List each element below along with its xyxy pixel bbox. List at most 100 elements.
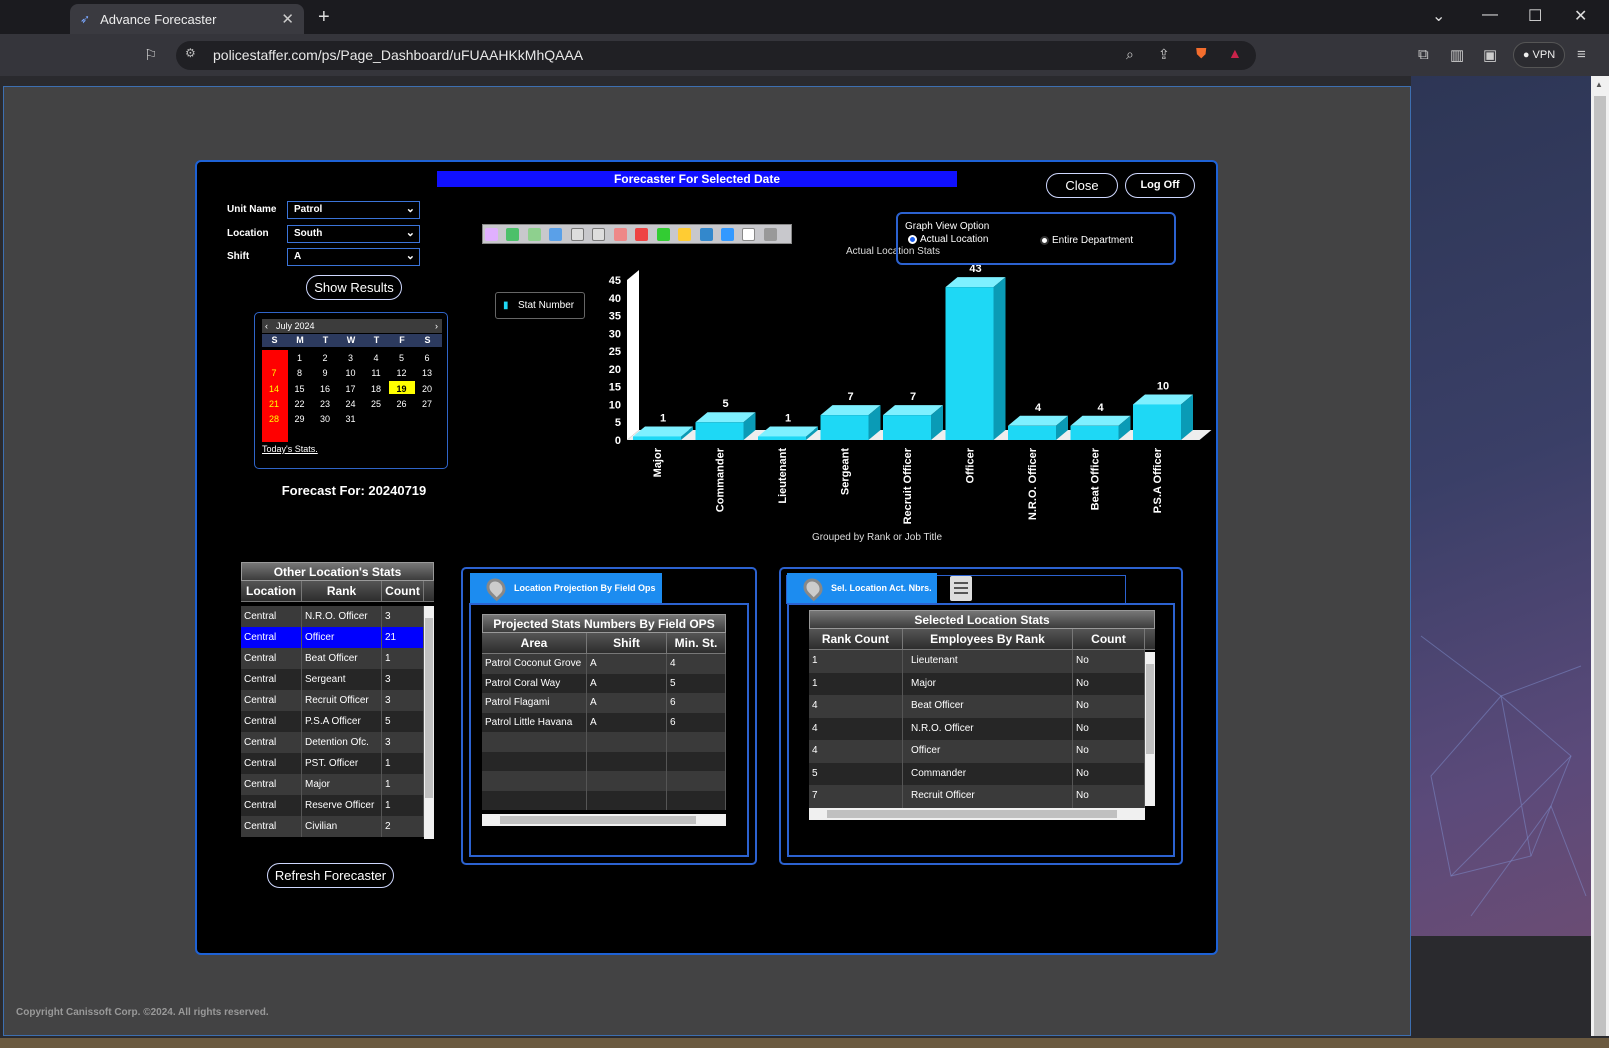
selected-location-row[interactable]: 1 Major No (809, 672, 1145, 695)
share-icon[interactable]: ⇪ (1158, 46, 1170, 63)
calendar-day[interactable]: 1 (290, 353, 310, 363)
calendar-day[interactable]: 31 (341, 414, 361, 424)
selected-location-column-header[interactable]: Count (1073, 629, 1145, 649)
sidebar-icon[interactable]: ▥ (1450, 46, 1464, 64)
selected-location-row[interactable]: 5 Commander No (809, 762, 1145, 785)
calendar-day[interactable]: 11 (366, 368, 386, 378)
calendar-day[interactable]: 17 (341, 384, 361, 394)
other-locations-row[interactable]: Central Detention Ofc. 3 (241, 732, 424, 753)
other-locations-row[interactable]: Central Civilian 2 (241, 816, 424, 837)
show-results-button[interactable]: Show Results (306, 275, 402, 300)
prev-month-icon[interactable]: ‹ (265, 319, 268, 333)
scrollbar-thumb[interactable] (1146, 664, 1154, 754)
selected-location-vscroll[interactable] (1145, 652, 1155, 806)
calendar-day[interactable]: 9 (315, 368, 335, 378)
calendar-day[interactable]: 10 (341, 368, 361, 378)
other-locations-row[interactable]: Central Major 1 (241, 774, 424, 795)
location-select[interactable]: South ⌄ (287, 225, 420, 243)
selected-location-row[interactable]: 1 Lieutenant No (809, 650, 1145, 673)
print-icon[interactable] (763, 228, 777, 241)
projection-column-header[interactable]: Min. St. (667, 633, 726, 653)
zoom-icon[interactable]: ⌕ (1126, 46, 1134, 63)
other-locations-row[interactable]: Central Reserve Officer 1 (241, 795, 424, 816)
calendar-day[interactable]: 13 (417, 368, 437, 378)
other-locations-column-header[interactable]: Location (241, 581, 302, 601)
calendar-day[interactable]: 22 (290, 399, 310, 409)
building-icon[interactable] (950, 576, 972, 601)
calendar-day[interactable]: 21 (264, 399, 284, 409)
calendar-day[interactable]: 7 (264, 368, 284, 378)
maximize-button[interactable]: ☐ (1528, 6, 1542, 26)
calendar-day[interactable]: 29 (290, 414, 310, 424)
3d-toggle-icon[interactable] (678, 228, 692, 241)
selected-location-column-header[interactable]: Rank Count (809, 629, 903, 649)
chart-type-line-icon[interactable] (527, 228, 541, 241)
other-locations-column-header[interactable]: Rank (302, 581, 382, 601)
projection-row[interactable]: Patrol Coconut Grove A 4 (482, 654, 726, 674)
calendar-day[interactable]: 4 (366, 353, 386, 363)
selected-location-hscroll[interactable] (809, 808, 1145, 820)
unit-name-select[interactable]: Patrol ⌄ (287, 201, 420, 219)
calendar-day[interactable]: 20 (417, 384, 437, 394)
legend-toggle-icon[interactable] (570, 228, 584, 241)
selected-location-row[interactable]: 7 Recruit Officer No (809, 785, 1145, 808)
selected-location-row[interactable]: 4 Beat Officer No (809, 695, 1145, 718)
rotate-icon[interactable] (699, 228, 713, 241)
trend-line-icon[interactable] (635, 228, 649, 241)
other-locations-row[interactable]: Central Officer 21 (241, 627, 424, 648)
zoom-icon[interactable] (720, 228, 734, 241)
calendar-day[interactable]: 12 (392, 368, 412, 378)
chart-type-area-icon[interactable] (549, 228, 563, 241)
projection-row[interactable] (482, 790, 726, 810)
other-locations-row[interactable]: Central Beat Officer 1 (241, 648, 424, 669)
calendar-day[interactable]: 28 (264, 414, 284, 424)
chart-type-pie-icon[interactable] (485, 228, 498, 241)
selected-location-row[interactable]: 4 N.R.O. Officer No (809, 717, 1145, 740)
selected-location-row[interactable]: 4 Officer No (809, 740, 1145, 763)
calendar-day[interactable]: 25 (366, 399, 386, 409)
calendar-day[interactable]: 15 (290, 384, 310, 394)
site-settings-icon[interactable]: ⚙ (185, 46, 196, 60)
grid-toggle-icon[interactable] (592, 228, 606, 241)
scrollbar-thumb[interactable] (827, 810, 1117, 818)
chart-type-bar-icon[interactable] (506, 228, 520, 241)
menu-icon[interactable]: ≡ (1577, 46, 1586, 63)
extensions-icon[interactable]: ⧉ (1418, 46, 1429, 63)
calendar-day[interactable]: 30 (315, 414, 335, 424)
minimize-button[interactable]: — (1482, 6, 1498, 24)
projection-column-header[interactable]: Shift (587, 633, 667, 653)
calendar-day[interactable]: 6 (417, 353, 437, 363)
todays-stats-link[interactable]: Today's Stats. (262, 444, 318, 454)
scrollbar-thumb[interactable] (500, 816, 696, 824)
location-projection-tab[interactable]: Location Projection By Field Ops (470, 573, 662, 603)
calendar-day[interactable]: 16 (315, 384, 335, 394)
close-button[interactable]: Close (1046, 173, 1118, 198)
brave-shield-icon[interactable]: ⛊ (1196, 45, 1207, 62)
color-palette-icon[interactable] (656, 228, 670, 241)
calendar-day[interactable]: 18 (366, 384, 386, 394)
calendar-day[interactable]: 27 (417, 399, 437, 409)
other-locations-column-header[interactable]: Count (382, 581, 424, 601)
shift-select[interactable]: A ⌄ (287, 248, 420, 266)
entire-department-radio[interactable]: Entire Department (1040, 235, 1133, 246)
calendar-day[interactable]: 5 (392, 353, 412, 363)
calendar-day[interactable]: 2 (315, 353, 335, 363)
calendar-day[interactable]: 26 (392, 399, 412, 409)
page-scrollbar[interactable]: ▲ (1591, 76, 1609, 1036)
selected-location-column-header[interactable]: Employees By Rank (903, 629, 1073, 649)
browser-tab[interactable]: ➶ Advance Forecaster ✕ (70, 4, 304, 34)
other-locations-row[interactable]: Central P.S.A Officer 5 (241, 711, 424, 732)
next-month-icon[interactable]: › (435, 319, 438, 333)
actual-location-radio[interactable]: Actual Location (908, 234, 988, 245)
logoff-button[interactable]: Log Off (1125, 173, 1195, 198)
selected-location-tab[interactable]: Sel. Location Act. Nbrs. (787, 573, 937, 603)
other-locations-scrollbar[interactable] (424, 606, 434, 839)
close-window-button[interactable]: ✕ (1574, 6, 1587, 26)
other-locations-row[interactable]: Central Sergeant 3 (241, 669, 424, 690)
calendar-day[interactable]: 23 (315, 399, 335, 409)
copy-icon[interactable] (742, 228, 756, 241)
projection-row[interactable] (482, 732, 726, 752)
other-locations-row[interactable]: Central Recruit Officer 3 (241, 690, 424, 711)
data-table-icon[interactable] (613, 228, 627, 241)
projection-row[interactable] (482, 771, 726, 791)
